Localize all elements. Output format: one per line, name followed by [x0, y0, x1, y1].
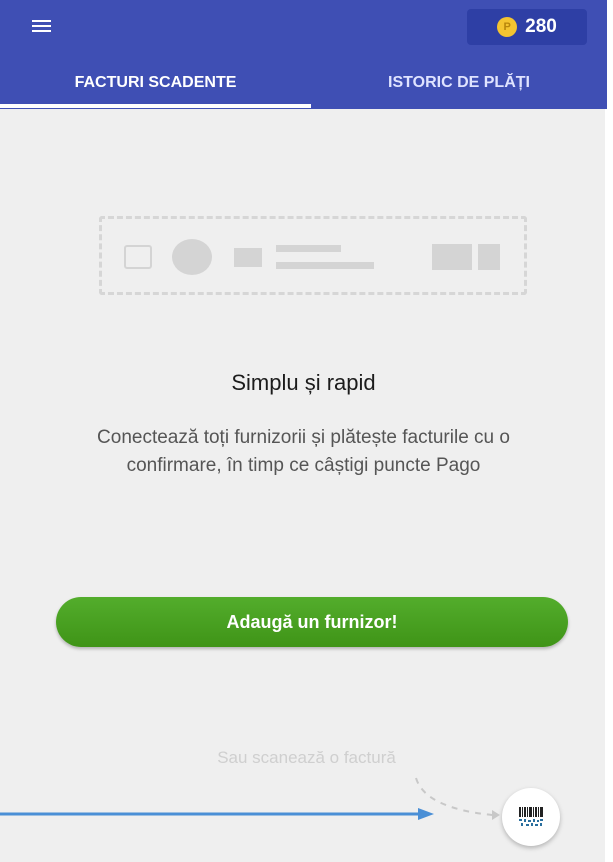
placeholder-checkbox-shape [124, 245, 152, 269]
scan-hint: Sau scanează o factură [217, 748, 396, 767]
points-badge[interactable]: P 280 [467, 9, 587, 45]
placeholder-text-line [276, 262, 374, 269]
points-value: 280 [525, 16, 557, 37]
scan-invoice-button[interactable] [502, 788, 560, 846]
empty-state-title: Simplu și rapid [231, 370, 376, 395]
coin-icon: P [497, 17, 518, 37]
placeholder-action-shape [478, 244, 500, 270]
app-bar: P 280 FACTURI SCADENTE ISTORIC DE PLĂȚI [0, 0, 607, 109]
add-provider-button[interactable]: Adaugă un furnizor! [56, 597, 568, 647]
active-tab-indicator [0, 104, 311, 108]
placeholder-avatar-shape [172, 239, 212, 275]
tab-facturi-scadente[interactable]: FACTURI SCADENTE [0, 58, 311, 108]
hamburger-menu-icon[interactable] [28, 14, 58, 40]
placeholder-icon-shape [234, 248, 262, 267]
placeholder-amount-shape [432, 244, 472, 270]
placeholder-text-line [276, 245, 341, 252]
empty-state-description: Conectează toți furnizorii și plătește f… [97, 427, 510, 476]
add-provider-label: Adaugă un furnizor! [226, 611, 398, 632]
barcode-scan-icon [519, 807, 543, 826]
tab-label: FACTURI SCADENTE [74, 74, 237, 91]
tab-label: ISTORIC DE PLĂȚI [388, 74, 530, 91]
tab-istoric-de-plati[interactable]: ISTORIC DE PLĂȚI [311, 58, 607, 108]
app-screen: P 280 FACTURI SCADENTE ISTORIC DE PLĂȚI … [0, 0, 607, 862]
empty-list-illustration [99, 216, 527, 295]
